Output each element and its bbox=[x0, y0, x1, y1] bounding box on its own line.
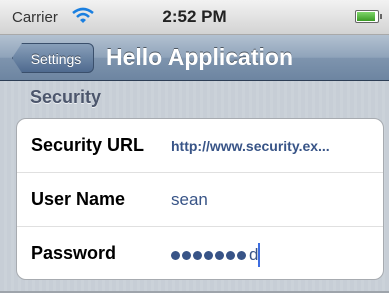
security-url-field[interactable]: http://www.security.ex... bbox=[171, 138, 330, 154]
password-dot bbox=[215, 250, 224, 260]
row-user-name[interactable]: User Name sean bbox=[17, 173, 383, 227]
user-name-field[interactable]: sean bbox=[171, 190, 208, 210]
battery-nub bbox=[380, 14, 382, 19]
password-dot bbox=[171, 250, 180, 260]
status-time: 2:52 PM bbox=[162, 7, 227, 26]
password-label: Password bbox=[31, 243, 117, 263]
ios-screen: Carrier 2:52 PM Settings Hello Applicati… bbox=[0, 0, 389, 293]
password-dot bbox=[182, 250, 191, 260]
status-bar: Carrier 2:52 PM bbox=[0, 0, 389, 35]
text-cursor bbox=[258, 243, 261, 267]
row-security-url[interactable]: Security URL http://www.security.ex... bbox=[17, 119, 383, 173]
navigation-bar: Settings Hello Application bbox=[0, 35, 389, 81]
password-last-char: d bbox=[249, 245, 259, 264]
password-dot bbox=[226, 250, 235, 260]
row-password[interactable]: Password d bbox=[17, 227, 383, 279]
password-field[interactable]: d bbox=[171, 243, 261, 267]
settings-back-button[interactable]: Settings bbox=[12, 43, 94, 73]
password-dot bbox=[204, 250, 213, 260]
password-dot bbox=[193, 250, 202, 260]
nav-title: Hello Application bbox=[106, 44, 293, 70]
battery-icon bbox=[355, 10, 382, 23]
section-header-security: Security bbox=[30, 87, 102, 107]
user-name-label: User Name bbox=[31, 189, 126, 209]
settings-group: Security URL http://www.security.ex... U… bbox=[16, 118, 384, 280]
security-url-label: Security URL bbox=[31, 135, 145, 155]
battery-fill bbox=[357, 12, 375, 21]
password-dot bbox=[237, 250, 246, 260]
